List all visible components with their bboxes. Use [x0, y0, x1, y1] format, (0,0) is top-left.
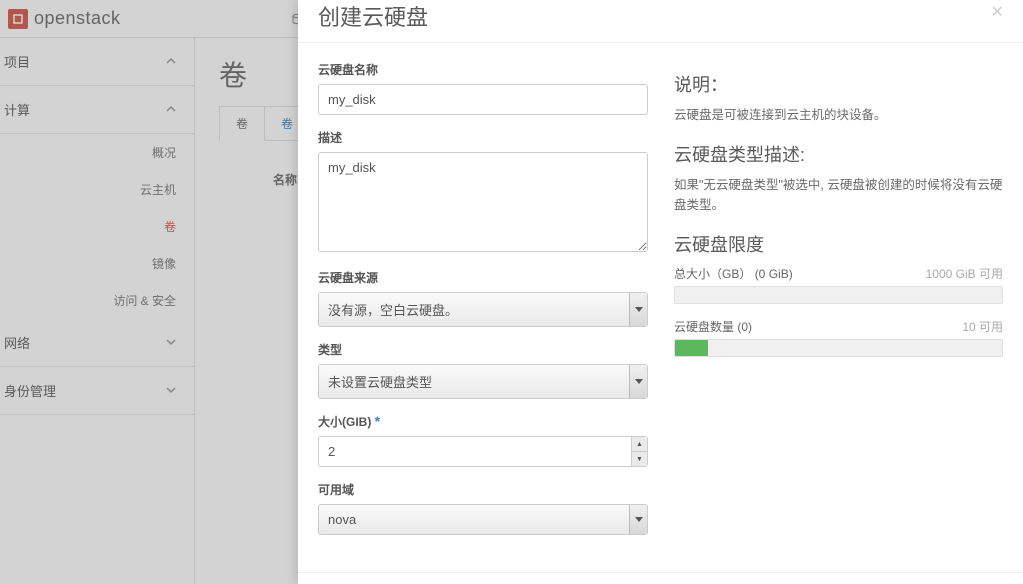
- quota-count-bar: [674, 339, 1003, 357]
- quota-count-available: 10 可用: [962, 318, 1003, 335]
- number-stepper[interactable]: ▲▼: [631, 437, 647, 466]
- quota-size-row: 总大小（GB） (0 GiB) 1000 GiB 可用: [674, 265, 1003, 282]
- modal-title: 创建云硬盘: [318, 0, 428, 32]
- source-label: 云硬盘来源: [318, 269, 648, 286]
- type-label: 类型: [318, 341, 648, 358]
- quota-count-fill: [675, 340, 708, 356]
- az-label: 可用域: [318, 481, 648, 498]
- info-desc-heading: 说明：: [674, 71, 1003, 97]
- info-type-text: 如果"无云硬盘类型"被选中, 云硬盘被创建的时候将没有云硬盘类型。: [674, 175, 1003, 215]
- create-volume-modal: 创建云硬盘 × 云硬盘名称 描述 my_disk 云硬盘来源 没有源，空白云硬盘…: [298, 0, 1023, 584]
- size-label: 大小(GIB) *: [318, 413, 648, 430]
- info-desc-text: 云硬盘是可被连接到云主机的块设备。: [674, 105, 1003, 125]
- chevron-up-icon[interactable]: ▲: [632, 437, 647, 452]
- description-label: 描述: [318, 129, 648, 146]
- info-limit-heading: 云硬盘限度: [674, 231, 1003, 257]
- quota-size-used: (0 GiB): [755, 267, 793, 281]
- chevron-down-icon[interactable]: ▼: [632, 452, 647, 466]
- quota-count-row: 云硬盘数量 (0) 10 可用: [674, 318, 1003, 335]
- az-select[interactable]: nova: [318, 504, 648, 535]
- quota-size-bar: [674, 286, 1003, 304]
- volume-name-input[interactable]: [318, 84, 648, 115]
- source-select[interactable]: 没有源，空白云硬盘。: [318, 292, 648, 327]
- quota-size-label: 总大小（GB）: [674, 267, 751, 281]
- type-select[interactable]: 未设置云硬盘类型: [318, 364, 648, 399]
- volume-name-label: 云硬盘名称: [318, 61, 648, 78]
- form-column: 云硬盘名称 描述 my_disk 云硬盘来源 没有源，空白云硬盘。 类型 未设置…: [318, 61, 648, 554]
- modal-footer: [298, 572, 1023, 584]
- quota-count-used: (0): [737, 320, 752, 334]
- quota-size-available: 1000 GiB 可用: [926, 265, 1003, 282]
- close-icon[interactable]: ×: [991, 2, 1003, 22]
- size-input[interactable]: [318, 436, 648, 467]
- quota-count-label: 云硬盘数量: [674, 320, 734, 334]
- description-textarea[interactable]: my_disk: [318, 152, 648, 252]
- info-column: 说明： 云硬盘是可被连接到云主机的块设备。 云硬盘类型描述: 如果"无云硬盘类型…: [674, 61, 1003, 554]
- info-type-heading: 云硬盘类型描述:: [674, 141, 1003, 167]
